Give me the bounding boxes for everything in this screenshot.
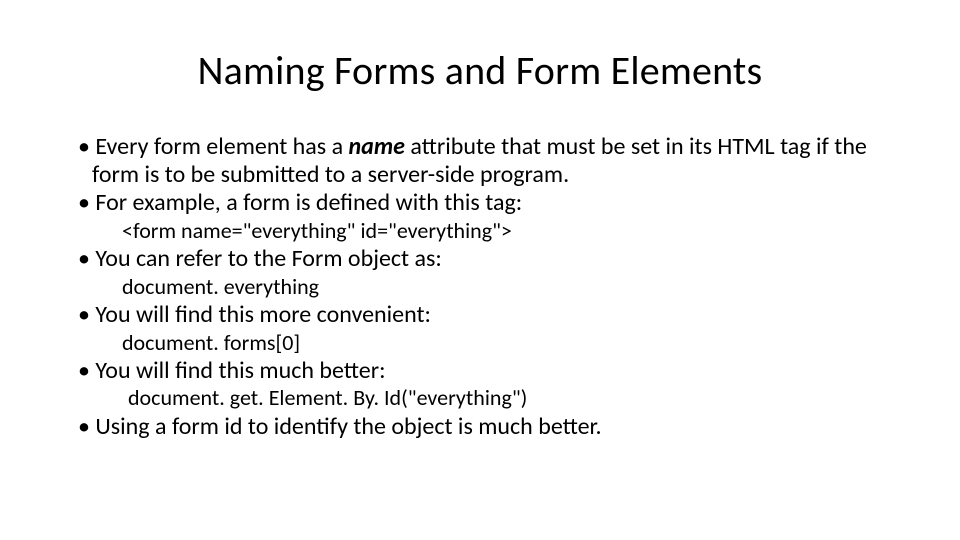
bullet-6: Using a form id to identify the object i… <box>70 413 890 441</box>
slide-content: Every form element has a name attribute … <box>70 133 890 440</box>
bullet-2-text: For example, a form is defined with this… <box>95 188 522 217</box>
bullet-6-text: Using a form id to identify the object i… <box>95 412 601 441</box>
bullet-1-text-a: Every form element has a <box>95 132 348 161</box>
bullet-2: For example, a form is defined with this… <box>70 189 890 217</box>
slide-title: Naming Forms and Form Elements <box>70 46 890 95</box>
bullet-5-text: You will find this much better: <box>95 356 385 385</box>
bullet-5: You will find this much better: <box>70 357 890 385</box>
bullet-3-text: You can refer to the Form object as: <box>95 244 441 273</box>
bullet-5-sub: document. get. Element. By. Id("everythi… <box>70 385 890 410</box>
bullet-4-text: You will find this more convenient: <box>95 300 431 329</box>
bullet-2-sub: <form name="everything" id="everything"> <box>70 218 890 243</box>
slide: Naming Forms and Form Elements Every for… <box>0 0 960 540</box>
bullet-4: You will find this more convenient: <box>70 301 890 329</box>
bullet-4-sub: document. forms[0] <box>70 330 890 355</box>
bullet-1: Every form element has a name attribute … <box>70 133 890 188</box>
bullet-3-sub: document. everything <box>70 274 890 299</box>
bullet-1-emph: name <box>349 132 405 161</box>
bullet-3: You can refer to the Form object as: <box>70 245 890 273</box>
